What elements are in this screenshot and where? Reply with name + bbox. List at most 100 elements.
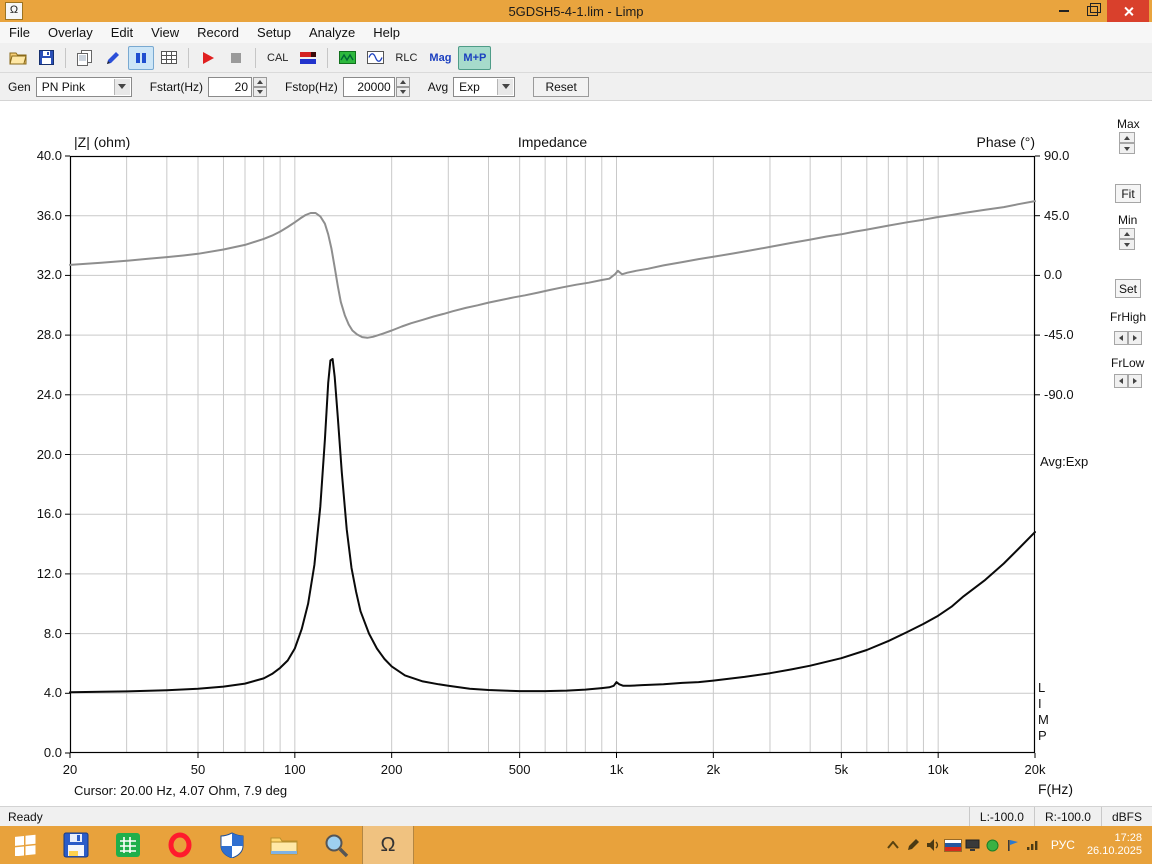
open-file-button[interactable] [5,46,31,70]
generator-type-select[interactable]: PN Pink [35,76,132,97]
menu-edit[interactable]: Edit [102,22,142,43]
close-icon [1123,6,1134,17]
menu-bar: File Overlay Edit View Record Setup Anal… [0,22,1152,44]
sine-icon [366,51,384,64]
opera-icon [168,832,192,858]
minimize-button[interactable] [1049,0,1078,22]
impedance-plot[interactable] [65,155,1040,758]
pause-icon [136,52,146,63]
network-icon[interactable] [1023,826,1043,864]
cal-label: CAL [267,51,289,64]
avg-select[interactable]: Exp [453,76,516,97]
frhigh-stepper[interactable] [1114,331,1142,345]
fit-button[interactable]: Fit [1115,184,1141,203]
taskbar-limp[interactable]: Ω [362,826,414,864]
table-view-button[interactable] [156,46,182,70]
min-up-icon[interactable] [1119,228,1135,239]
start-button[interactable] [0,826,50,864]
generator-button[interactable] [334,46,360,70]
set-button[interactable]: Set [1115,279,1141,298]
spin-up-icon[interactable] [395,76,410,87]
menu-overlay[interactable]: Overlay [39,22,102,43]
save-button[interactable] [33,46,59,70]
menu-setup[interactable]: Setup [248,22,300,43]
frlow-stepper[interactable] [1114,374,1142,388]
menu-help[interactable]: Help [364,22,409,43]
frlow-label: FrLow [1111,356,1145,370]
level-meter-icon [300,51,317,64]
title-bar[interactable]: Ω 5GDSH5-4-1.lim - Limp [0,0,1152,22]
reset-button[interactable]: Reset [533,76,590,97]
stylus-icon[interactable] [903,826,923,864]
max-up-icon[interactable] [1119,132,1135,143]
taskbar-defender[interactable] [206,826,258,864]
search-icon [325,834,349,858]
fstart-value: 20 [234,79,249,94]
grid-icon [161,50,177,64]
fstop-input[interactable]: 20000 [342,76,395,97]
spin-down-icon[interactable] [395,86,410,97]
status-text: Ready [8,809,43,824]
desktop: { "window": { "title": "5GDSH5-4-1.lim -… [0,0,1152,864]
min-stepper[interactable] [1119,228,1135,250]
copy-overlay-button[interactable] [72,46,98,70]
floppy-app-icon [63,832,89,858]
fstop-stepper[interactable] [395,76,410,97]
system-tray: РУС 17:28 26.10.2025 [883,826,1152,864]
ru-flag-icon[interactable] [943,826,963,864]
taskbar-floppy-app[interactable] [50,826,102,864]
taskbar-green-grid-app[interactable] [102,826,154,864]
toolbar-separator [188,47,189,68]
fstart-stepper[interactable] [253,76,268,97]
avg-label: Avg [427,79,449,94]
language-indicator[interactable]: РУС [1043,838,1083,852]
spin-up-icon[interactable] [253,76,268,87]
max-down-icon[interactable] [1119,143,1135,154]
max-label: Max [1117,117,1140,131]
taskbar-opera[interactable] [154,826,206,864]
frhigh-right-icon[interactable] [1128,331,1142,345]
taskbar: Ω РУС 17:28 26.10.2025 [0,826,1152,864]
rlc-button[interactable]: RLC [390,46,422,70]
taskbar-explorer[interactable] [258,826,310,864]
rlc-label: RLC [395,51,418,64]
min-down-icon[interactable] [1119,239,1135,250]
max-stepper[interactable] [1119,132,1135,154]
spin-down-icon[interactable] [253,86,268,97]
frlow-right-icon[interactable] [1128,374,1142,388]
frhigh-label: FrHigh [1110,310,1147,324]
record-button[interactable] [195,46,221,70]
generator-control-bar: Gen PN Pink Fstart(Hz) 20 Fstop(Hz) 2000… [0,73,1152,101]
level-unit: dBFS [1100,807,1152,826]
volume-icon[interactable] [923,826,943,864]
pause-button[interactable] [128,45,154,70]
menu-file[interactable]: File [0,22,39,43]
record-play-icon [203,51,214,64]
antivirus-icon[interactable] [983,826,1003,864]
taskbar-search[interactable] [310,826,362,864]
clock[interactable]: 17:28 26.10.2025 [1083,832,1152,858]
generator-type-value: PN Pink [41,79,86,94]
edit-button[interactable] [100,46,126,70]
signal-button[interactable] [362,46,388,70]
fstart-input[interactable]: 20 [208,76,253,97]
chevron-down-icon[interactable] [497,78,514,95]
frhigh-left-icon[interactable] [1114,331,1128,345]
menu-record[interactable]: Record [188,22,248,43]
hidden-icons-chevron[interactable] [883,826,903,864]
close-button[interactable] [1107,0,1149,22]
level-meter-button[interactable] [295,46,321,70]
window-title: 5GDSH5-4-1.lim - Limp [508,3,644,19]
menu-analyze[interactable]: Analyze [300,22,364,43]
calibrate-button[interactable]: CAL [262,46,293,70]
blue-flag-icon[interactable] [1003,826,1023,864]
mag-phase-button[interactable]: M+P [458,45,492,70]
chevron-down-icon[interactable] [113,78,130,95]
omega-icon: Ω [380,833,396,856]
frlow-left-icon[interactable] [1114,374,1128,388]
stop-button[interactable] [223,46,249,70]
mag-button[interactable]: Mag [424,46,456,70]
restore-button[interactable] [1078,0,1107,22]
menu-view[interactable]: View [142,22,188,43]
display-icon[interactable] [963,826,983,864]
